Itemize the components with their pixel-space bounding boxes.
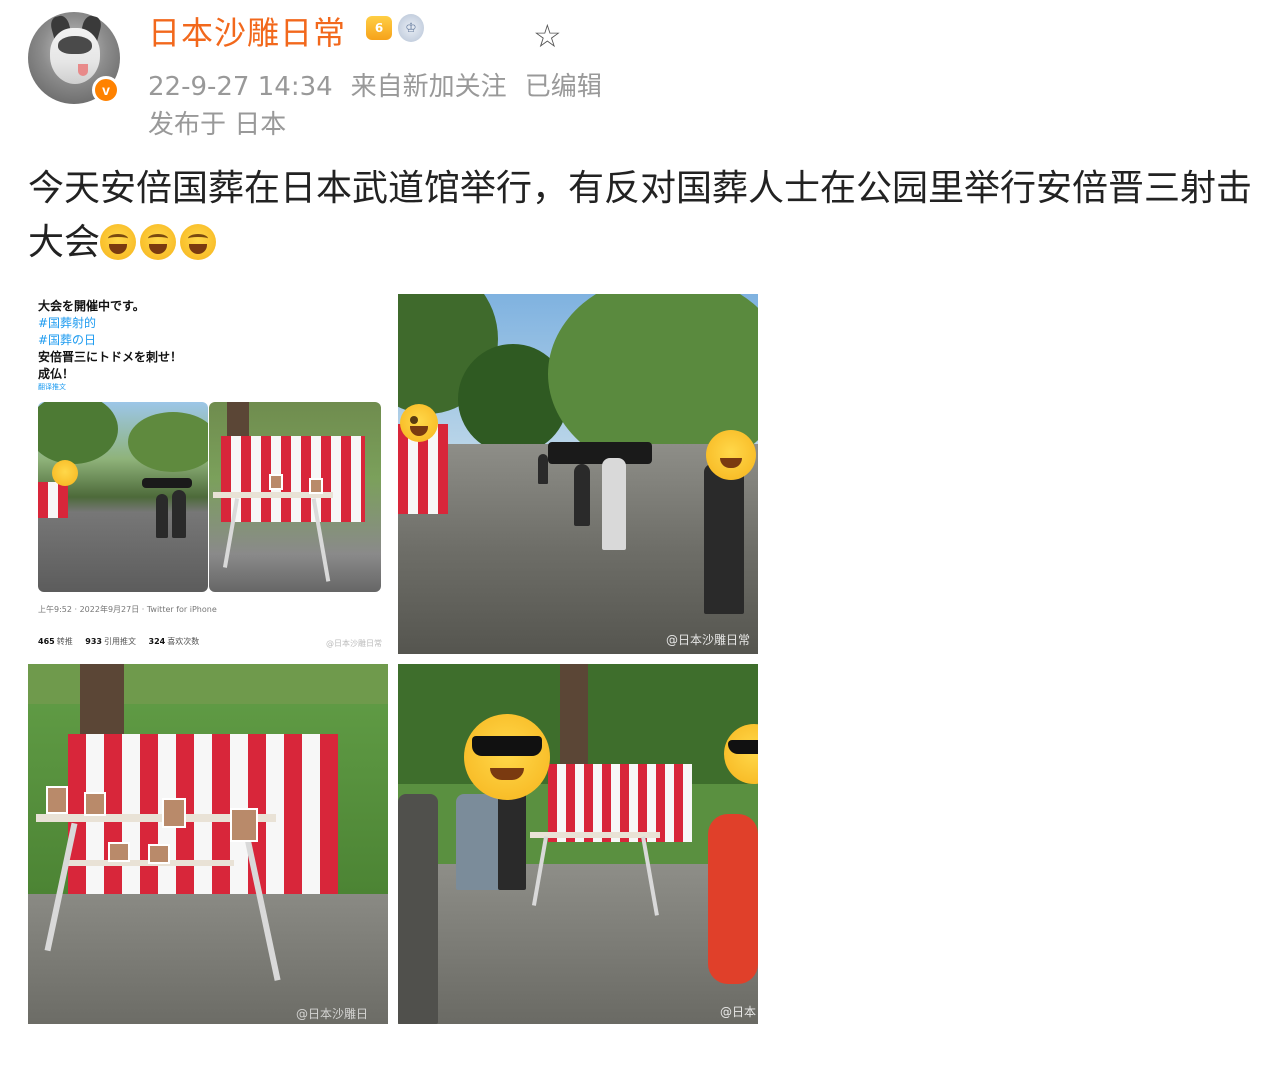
sticker-mouth [720, 458, 742, 468]
tweet-line: 成仏！ [38, 367, 75, 381]
smile-emoji-sticker [706, 430, 756, 480]
like-label: 喜欢次数 [167, 637, 200, 646]
post-source: 来自新加关注 [350, 72, 507, 102]
image-watermark: @日本 [719, 1005, 756, 1019]
path [398, 864, 758, 1024]
person [704, 464, 744, 614]
person [172, 490, 186, 538]
person [602, 458, 626, 550]
username[interactable]: 日本沙雕日常 [148, 8, 346, 54]
laugh-cry-emoji-icon [140, 224, 177, 260]
post-body: 今天安倍国葬在日本武道馆举行，有反对国葬人士在公园里举行安倍晋三射击大会 [28, 162, 1258, 270]
post-image-2[interactable]: @日本沙雕日常 [398, 294, 758, 654]
sticker-mouth [490, 768, 524, 780]
verified-badge-icon: v [92, 76, 120, 104]
favorite-star-icon[interactable]: ☆ [533, 20, 562, 52]
tree [38, 402, 118, 464]
sticker-eye [410, 416, 418, 424]
portrait [309, 478, 323, 494]
portrait [162, 798, 186, 828]
tweet-line: 大会を開催中です。 [38, 299, 145, 313]
post-image-1[interactable]: 大会を開催中です。 #国葬射的 #国葬の日 安倍晋三にトドメを刺せ！ 成仏！ 翻… [28, 294, 388, 654]
tweet-photo-left [38, 402, 208, 592]
portrait [108, 842, 130, 862]
edited-label[interactable]: 已编辑 [525, 72, 600, 102]
tweet-text: 大会を開催中です。 #国葬射的 #国葬の日 安倍晋三にトドメを刺せ！ 成仏！ [38, 298, 182, 383]
sticker-sunglasses [728, 740, 758, 754]
tweet-stats: 465 转推 933 引用推文 324 喜欢次数 [38, 636, 209, 647]
post-location: 发布于 日本 [148, 110, 287, 140]
sunglasses-emoji-sticker [464, 714, 550, 800]
striped-curtain [548, 764, 692, 842]
tree-trunk [80, 664, 124, 744]
avatar-tongue [78, 64, 88, 76]
blur-bar [142, 478, 192, 488]
tweet-footer: 上午9:52 · 2022年9月27日 · Twitter for iPhone [38, 605, 217, 614]
member-crown-icon[interactable]: 6 [366, 16, 392, 40]
post-time[interactable]: 22-9-27 14:34 [148, 72, 333, 102]
portrait [230, 808, 258, 842]
person [156, 494, 168, 538]
person [498, 784, 526, 890]
image-watermark: @日本沙雕日常 [326, 639, 382, 648]
tweet-hashtag: #国葬の日 [38, 333, 97, 347]
person [398, 794, 438, 1024]
tweet-photo-right [209, 402, 381, 592]
tweet-hashtag: #国葬射的 [38, 316, 97, 330]
orange-flag [708, 814, 758, 984]
post-meta: 22-9-27 14:34 来自新加关注 已编辑 [148, 66, 600, 103]
laugh-cry-emoji-icon [180, 224, 217, 260]
striped-curtain [221, 436, 365, 522]
medal-icon[interactable]: ♔ [398, 14, 424, 42]
quote-count: 933 [85, 637, 102, 646]
wink-emoji-sticker [400, 404, 438, 442]
post-image-4[interactable]: @日本 [398, 664, 758, 1024]
tweet-translate-link: 翻译推文 [38, 383, 66, 391]
portrait [84, 792, 106, 816]
weibo-post: v 日本沙雕日常 6 ♔ ☆ 22-9-27 14:34 来自新加关注 已编辑 发布… [0, 0, 1280, 1089]
tweet-line: 安倍晋三にトドメを刺せ！ [38, 350, 183, 364]
tree [128, 412, 208, 472]
laugh-cry-emoji-icon [100, 224, 137, 260]
blur-bar [548, 442, 652, 464]
sticker-sunglasses [472, 736, 542, 756]
retweet-count: 465 [38, 637, 55, 646]
portrait [269, 474, 283, 490]
portrait [46, 786, 68, 814]
like-count: 324 [148, 637, 166, 646]
image-watermark: @日本沙雕日 [295, 1007, 368, 1021]
person [574, 464, 590, 526]
tongue-emoji-sticker [52, 460, 78, 486]
person [538, 454, 548, 484]
kneeling-person [456, 794, 502, 890]
sticker-mouth [410, 426, 428, 436]
avatar-mask [58, 36, 92, 54]
portrait [148, 844, 170, 864]
post-image-3[interactable]: @日本沙雕日 [28, 664, 388, 1024]
retweet-label: 转推 [56, 637, 73, 646]
quote-label: 引用推文 [103, 637, 136, 646]
image-watermark: @日本沙雕日常 [665, 633, 750, 647]
striped-curtain [38, 482, 68, 518]
